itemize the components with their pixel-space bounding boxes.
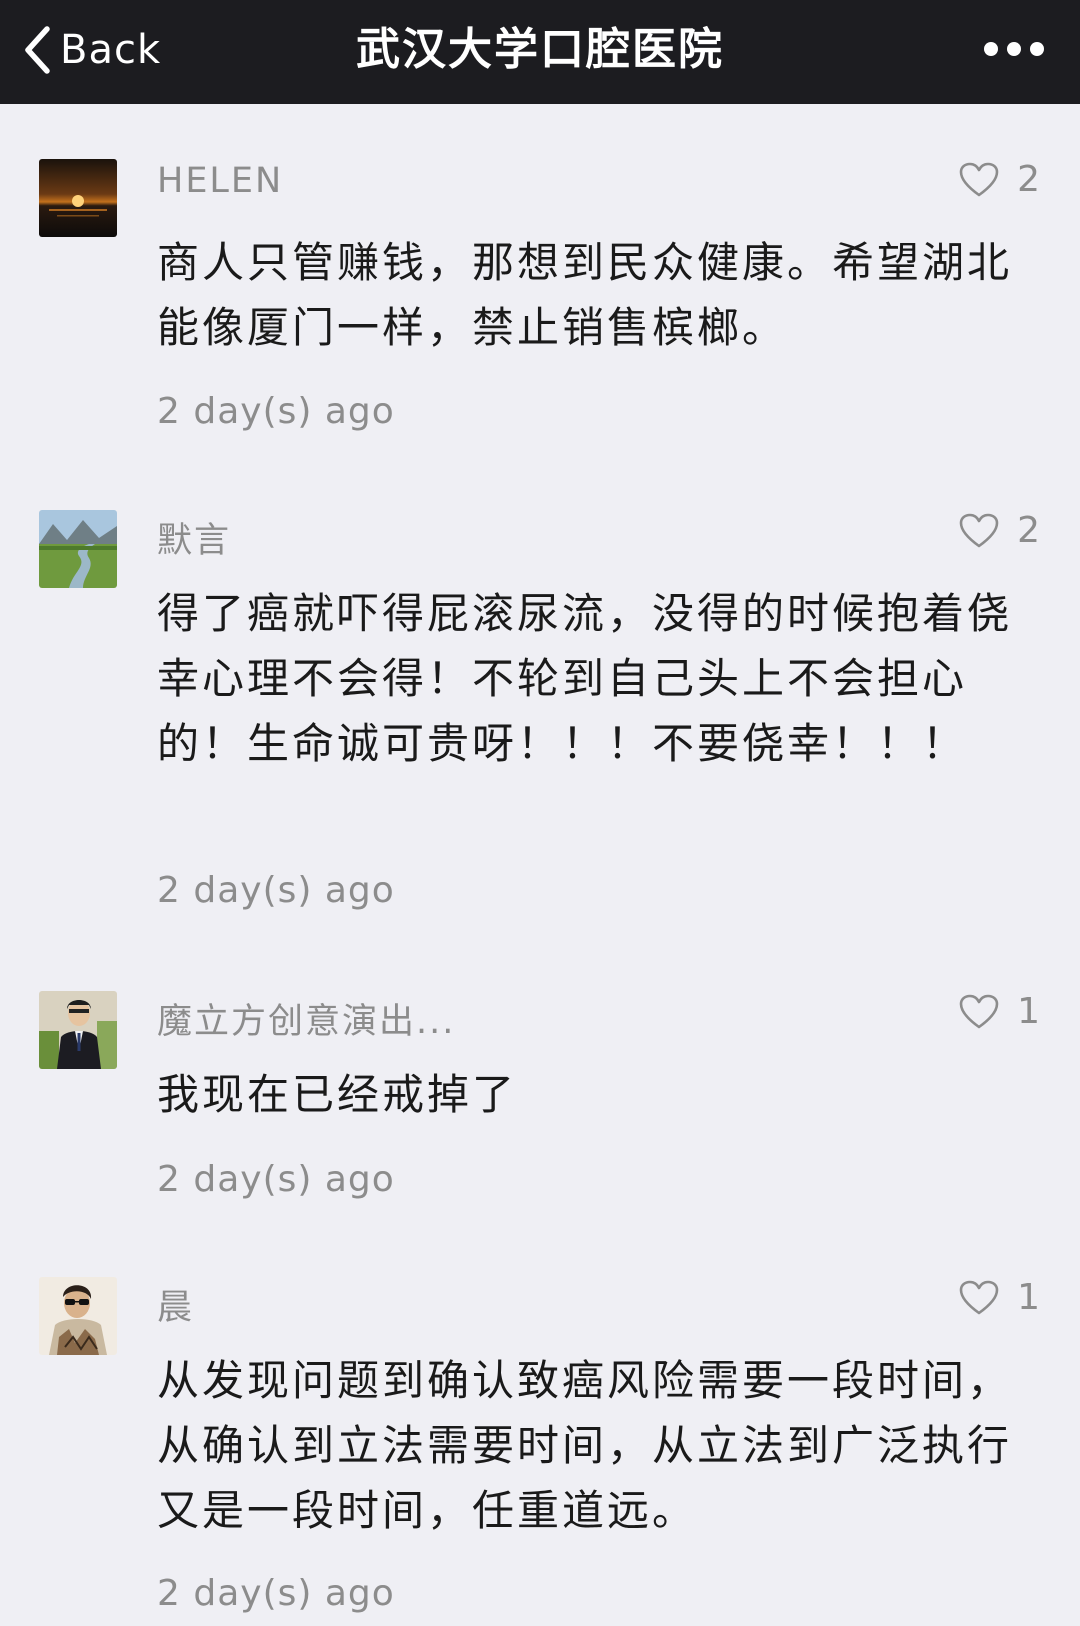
avatar[interactable] [39, 991, 117, 1069]
comment-time: 2 day(s) ago [157, 1573, 395, 1614]
comment-time: 2 day(s) ago [157, 870, 395, 911]
like-count: 2 [1017, 159, 1040, 200]
commenter-name: 魔立方创意演出... [157, 1002, 456, 1042]
comment-time: 2 day(s) ago [157, 391, 395, 432]
heart-outline-icon [959, 513, 999, 547]
more-dot-icon [1007, 42, 1021, 56]
like-count: 2 [1017, 510, 1040, 551]
navigation-bar: Back 武汉大学口腔医院 [0, 0, 1080, 104]
more-dot-icon [1030, 42, 1044, 56]
like-button[interactable]: 1 [959, 1277, 1040, 1318]
avatar[interactable] [39, 159, 117, 237]
like-count: 1 [1017, 1277, 1040, 1318]
commenter-name: 默言 [157, 521, 232, 561]
commenter-name: HELEN [157, 161, 284, 201]
avatar[interactable] [39, 510, 117, 588]
heart-outline-icon [959, 162, 999, 196]
landscape-avatar-image [39, 510, 117, 588]
commenter-name: 晨 [157, 1288, 195, 1328]
comment-time: 2 day(s) ago [157, 1159, 395, 1200]
heart-outline-icon [959, 1280, 999, 1314]
comment-text: 得了癌就吓得屁滚尿流，没得的时候抱着侥幸心理不会得！不轮到自己头上不会担心的！生… [157, 589, 1013, 768]
chevron-left-icon [25, 26, 50, 74]
like-button[interactable]: 2 [959, 510, 1040, 551]
back-label: Back [60, 27, 162, 73]
like-count: 1 [1017, 991, 1040, 1032]
back-button[interactable]: Back [22, 18, 161, 82]
heart-outline-icon [959, 994, 999, 1028]
comment-text: 从发现问题到确认致癌风险需要一段时间，从确认到立法需要时间，从立法到广泛执行又是… [157, 1356, 1013, 1535]
page-title: 武汉大学口腔医院 [356, 24, 724, 75]
more-dot-icon [984, 42, 998, 56]
comment-text: 商人只管赚钱，那想到民众健康。希望湖北能像厦门一样，禁止销售槟榔。 [157, 238, 1013, 352]
sunset-avatar-image [39, 159, 117, 237]
person-avatar-image [39, 991, 117, 1069]
avatar[interactable] [39, 1277, 117, 1355]
person-sunglasses-avatar-image [39, 1277, 117, 1355]
like-button[interactable]: 1 [959, 991, 1040, 1032]
more-button[interactable] [984, 38, 1044, 60]
comment-text: 我现在已经戒掉了 [157, 1070, 518, 1119]
like-button[interactable]: 2 [959, 159, 1040, 200]
